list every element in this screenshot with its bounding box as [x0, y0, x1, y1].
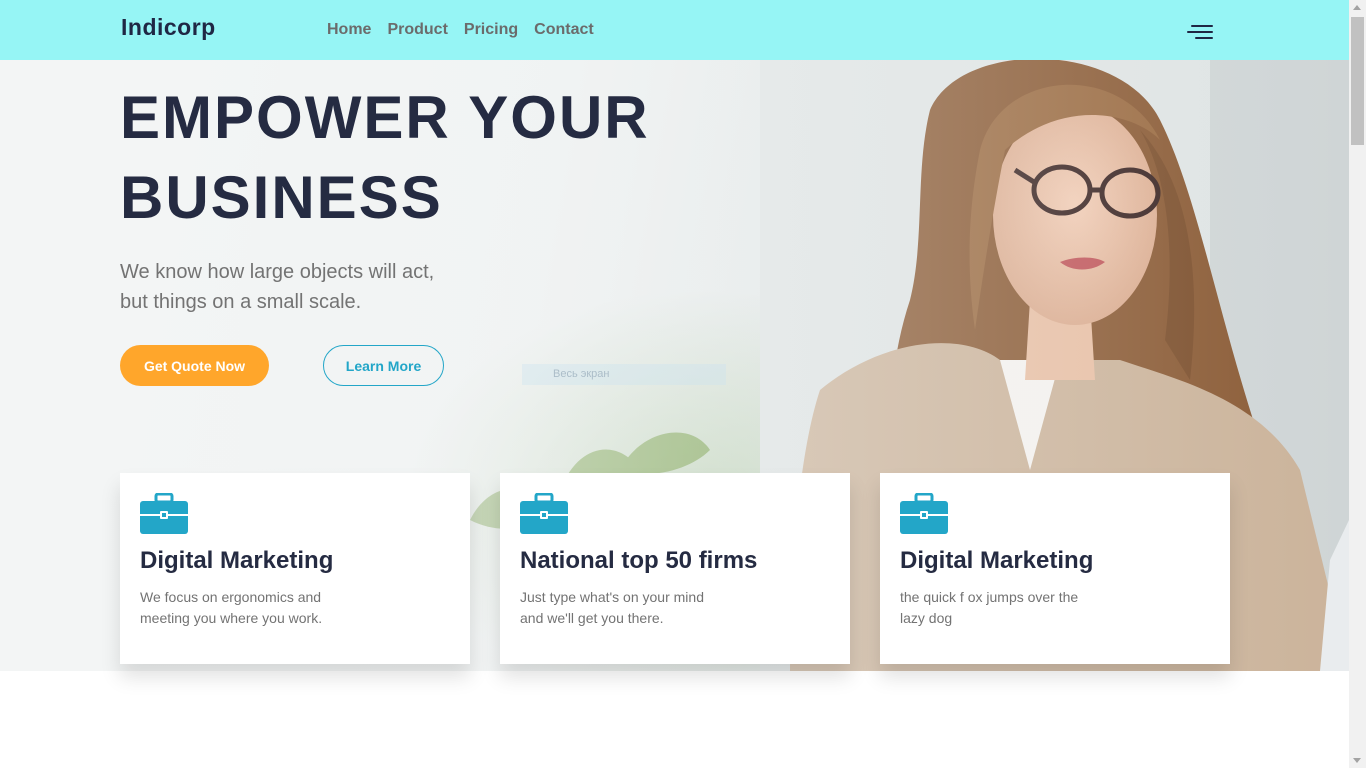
card-text-line: and we'll get you there.	[520, 610, 664, 626]
main-nav: Home Product Pricing Contact	[327, 21, 594, 39]
nav-link-pricing[interactable]: Pricing	[464, 21, 518, 39]
card-title: Digital Marketing	[140, 547, 334, 574]
card-text-line: lazy dog	[900, 610, 953, 626]
menu-line	[1195, 37, 1213, 39]
card-title: Digital Marketing	[900, 547, 1094, 574]
card-text-line: meeting you where you work.	[140, 610, 323, 626]
card-text-line: We focus on ergonomics and	[140, 589, 322, 605]
briefcase-icon	[900, 493, 948, 534]
hero-title-line2: BUSINESS	[120, 164, 443, 231]
hero-subtitle-line1: We know how large objects will act,	[120, 261, 435, 283]
vertical-scrollbar[interactable]	[1349, 0, 1366, 768]
card-title: National top 50 firms	[520, 547, 758, 574]
navbar: Indicorp Home Product Pricing Contact	[0, 0, 1349, 60]
scroll-thumb[interactable]	[1351, 17, 1364, 145]
card-text-line: the quick f ox jumps over the	[900, 589, 1079, 605]
card-text-line: Just type what's on your mind	[520, 589, 704, 605]
briefcase-icon	[140, 493, 188, 534]
menu-line	[1191, 25, 1213, 27]
feature-card: Digital Marketing We focus on ergonomics…	[120, 473, 470, 664]
feature-card: Digital Marketing the quick f ox jumps o…	[880, 473, 1230, 664]
hero-subtitle-line2: but things on a small scale.	[120, 291, 362, 313]
menu-line	[1187, 31, 1213, 33]
nav-link-home[interactable]: Home	[327, 21, 371, 39]
scroll-up-arrow-icon[interactable]	[1353, 5, 1361, 10]
get-quote-button[interactable]: Get Quote Now	[120, 345, 269, 386]
hero-subtitle: We know how large objects will act, but …	[120, 257, 460, 317]
card-text: Just type what's on your mind and we'll …	[520, 587, 715, 629]
nav-link-product[interactable]: Product	[387, 21, 447, 39]
card-text: We focus on ergonomics and meeting you w…	[140, 587, 335, 629]
hamburger-menu-icon[interactable]	[1187, 24, 1213, 42]
briefcase-icon	[520, 493, 568, 534]
fullscreen-overlay-label: Весь экран	[522, 364, 726, 385]
scroll-down-arrow-icon[interactable]	[1353, 758, 1361, 763]
brand-logo[interactable]: Indicorp	[121, 14, 216, 41]
nav-link-contact[interactable]: Contact	[534, 21, 594, 39]
hero-title-line1: EMPOWER YOUR	[120, 84, 650, 151]
card-text: the quick f ox jumps over the lazy dog	[900, 587, 1095, 629]
hero-title: EMPOWER YOUR BUSINESS	[120, 78, 680, 238]
feature-card: National top 50 firms Just type what's o…	[500, 473, 850, 664]
learn-more-button[interactable]: Learn More	[323, 345, 444, 386]
